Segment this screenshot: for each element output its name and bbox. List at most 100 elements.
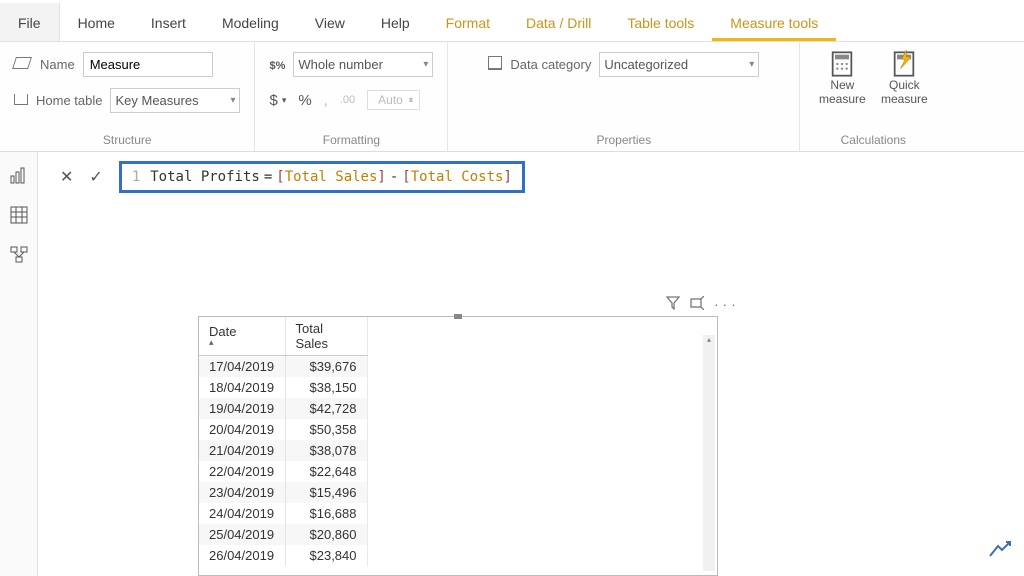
cell-date: 25/04/2019 [199, 524, 285, 545]
table-row[interactable]: 23/04/2019$15,496 [199, 482, 367, 503]
calculator-lightning-icon [890, 50, 918, 76]
formula-input[interactable]: 1 Total Profits = [Total Sales] - [Total… [119, 161, 525, 193]
dax-bracket-open: [ [276, 169, 284, 185]
cell-date: 24/04/2019 [199, 503, 285, 524]
table-visual[interactable]: ▴ Date Total Sales 17/04/2019$39,67618/0… [198, 316, 718, 576]
data-category-label: Data category [510, 57, 591, 72]
measure-name-input[interactable] [83, 52, 213, 77]
table-row[interactable]: 25/04/2019$20,860 [199, 524, 367, 545]
cell-sales: $38,150 [285, 377, 367, 398]
ribbon-group-formatting: Whole number $▾ % , .00 Auto Formatting [254, 42, 447, 151]
dax-minus: - [390, 169, 398, 185]
table-row[interactable]: 26/04/2019$23,840 [199, 545, 367, 566]
percent-button[interactable]: % [298, 92, 311, 109]
name-label: Name [40, 57, 75, 72]
cell-sales: $42,728 [285, 398, 367, 419]
ribbon-group-properties: Data category Uncategorized Properties [447, 42, 799, 151]
table-row[interactable]: 24/04/2019$16,688 [199, 503, 367, 524]
dax-bracket-open-2: [ [402, 169, 410, 185]
tab-home[interactable]: Home [60, 3, 133, 41]
cell-sales: $22,648 [285, 461, 367, 482]
tab-view[interactable]: View [297, 3, 363, 41]
tab-table-tools[interactable]: Table tools [609, 3, 712, 41]
new-measure-button[interactable]: New measure [814, 50, 870, 106]
home-icon [14, 93, 28, 108]
quick-measure-button[interactable]: Quick measure [876, 50, 932, 106]
tab-file[interactable]: File [0, 3, 60, 41]
cell-sales: $50,358 [285, 419, 367, 440]
more-options-icon[interactable]: · · · [714, 296, 736, 313]
format-icon [269, 57, 285, 72]
cell-sales: $20,860 [285, 524, 367, 545]
dax-measure-name: Total Profits [150, 169, 260, 185]
format-type-select[interactable]: Whole number [293, 52, 433, 77]
report-view-button[interactable] [8, 164, 30, 186]
data-category-icon [488, 56, 502, 73]
ribbon-group-calculations: New measure Quick measure Calculations [799, 42, 946, 151]
cell-date: 22/04/2019 [199, 461, 285, 482]
table-row[interactable]: 20/04/2019$50,358 [199, 419, 367, 440]
table-row[interactable]: 22/04/2019$22,648 [199, 461, 367, 482]
dax-col-1: Total Sales [285, 169, 378, 185]
formula-cancel-button[interactable]: ✕ [52, 163, 81, 191]
dax-col-2: Total Costs [411, 169, 504, 185]
cell-date: 18/04/2019 [199, 377, 285, 398]
new-measure-label: New measure [814, 78, 870, 106]
calculations-title: Calculations [814, 129, 932, 147]
cell-sales: $38,078 [285, 440, 367, 461]
table-row[interactable]: 17/04/2019$39,676 [199, 356, 367, 378]
model-view-button[interactable] [8, 244, 30, 266]
data-category-select[interactable]: Uncategorized [599, 52, 759, 77]
ribbon: Name Home table Key Measures Structure W… [0, 42, 1024, 152]
table-row[interactable]: 19/04/2019$42,728 [199, 398, 367, 419]
cell-date: 23/04/2019 [199, 482, 285, 503]
cell-date: 20/04/2019 [199, 419, 285, 440]
side-nav [0, 152, 38, 576]
report-canvas[interactable]: · · · ▴ Date Total Sales 17/04/2019$39,6… [38, 200, 1024, 576]
dax-equals: = [264, 169, 272, 185]
decimals-button[interactable]: .00 [340, 94, 355, 106]
focus-mode-icon[interactable] [690, 296, 704, 313]
column-header-date[interactable]: Date [199, 317, 285, 356]
resize-handle-top[interactable] [454, 314, 462, 319]
tab-insert[interactable]: Insert [133, 3, 204, 41]
cell-sales: $16,688 [285, 503, 367, 524]
tab-data-drill[interactable]: Data / Drill [508, 3, 609, 41]
dax-bracket-close-2: ] [503, 169, 511, 185]
tab-format[interactable]: Format [428, 3, 508, 41]
home-table-label: Home table [36, 93, 102, 108]
home-table-select[interactable]: Key Measures [110, 88, 240, 113]
table-scrollbar[interactable]: ▴ [703, 335, 715, 571]
menu-bar: File Home Insert Modeling View Help Form… [0, 0, 1024, 42]
table-row[interactable]: 18/04/2019$38,150 [199, 377, 367, 398]
quick-measure-label: Quick measure [876, 78, 932, 106]
cell-date: 21/04/2019 [199, 440, 285, 461]
filter-icon[interactable] [666, 296, 680, 313]
formula-bar: ✕ ✓ 1 Total Profits = [Total Sales] - [T… [38, 155, 1024, 199]
cell-date: 19/04/2019 [199, 398, 285, 419]
thousands-button[interactable]: , [324, 92, 328, 109]
column-header-sales[interactable]: Total Sales [285, 317, 367, 356]
tab-measure-tools[interactable]: Measure tools [712, 3, 836, 41]
formatting-title: Formatting [269, 129, 433, 147]
structure-title: Structure [14, 129, 240, 147]
cell-sales: $39,676 [285, 356, 367, 378]
properties-title: Properties [488, 129, 759, 147]
table-row[interactable]: 21/04/2019$38,078 [199, 440, 367, 461]
visual-header-icons: · · · [666, 296, 736, 313]
decimal-places-input[interactable]: Auto [367, 90, 420, 110]
calculator-icon [828, 50, 856, 76]
tab-modeling[interactable]: Modeling [204, 3, 297, 41]
data-view-button[interactable] [8, 204, 30, 226]
cell-date: 17/04/2019 [199, 356, 285, 378]
tag-icon [14, 57, 32, 72]
currency-button[interactable]: $ [269, 92, 277, 109]
tab-help[interactable]: Help [363, 3, 428, 41]
line-number: 1 [132, 169, 140, 185]
data-table: Date Total Sales 17/04/2019$39,67618/04/… [199, 317, 368, 566]
cell-sales: $15,496 [285, 482, 367, 503]
cell-date: 26/04/2019 [199, 545, 285, 566]
subscribe-icon [986, 540, 1012, 558]
formula-commit-button[interactable]: ✓ [81, 163, 110, 191]
dax-bracket-close: ] [377, 169, 385, 185]
